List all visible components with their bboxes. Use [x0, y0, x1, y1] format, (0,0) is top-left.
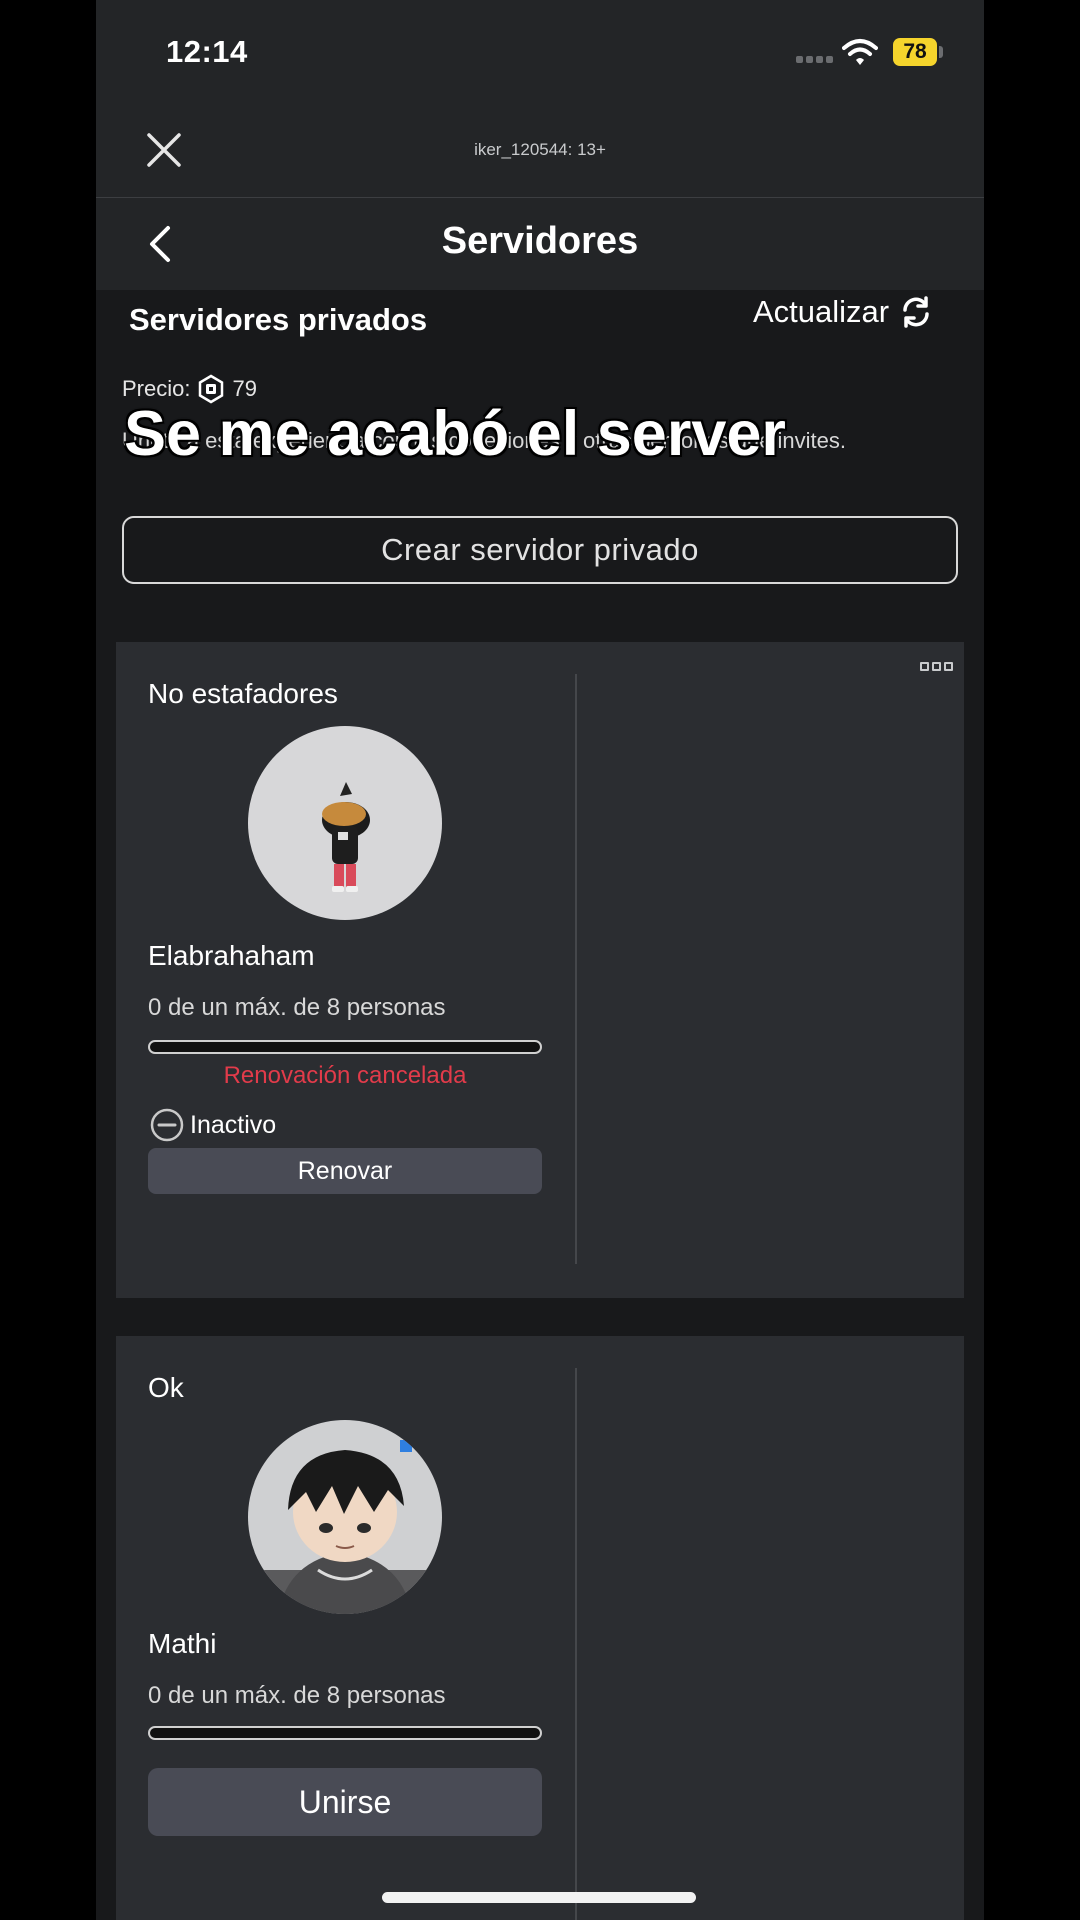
more-options-icon[interactable]: [920, 662, 953, 671]
refresh-label: Actualizar: [753, 294, 890, 329]
server-capacity: 0 de un máx. de 8 personas: [148, 994, 446, 1021]
server-capacity: 0 de un máx. de 8 personas: [148, 1682, 446, 1709]
home-indicator[interactable]: [382, 1892, 696, 1903]
server-name: Ok: [148, 1372, 184, 1403]
server-card: Ok Mathi 0 de un máx. de 8 personas Unir…: [116, 1336, 964, 1920]
card-divider: [575, 1368, 577, 1920]
server-state-label: Inactivo: [190, 1110, 277, 1139]
renew-button[interactable]: Renovar: [148, 1148, 542, 1194]
avatar-figure-icon: [248, 1440, 442, 1614]
server-state: Inactivo: [150, 1108, 276, 1142]
status-bar: 12:14 78: [96, 0, 984, 100]
battery-icon: 78: [893, 38, 937, 66]
server-card: No estafadores Elabrahaham 0 de un máx. …: [116, 642, 964, 1298]
header-divider: [96, 197, 984, 198]
cellular-signal-icon: [796, 56, 833, 63]
owner-name: Elabrahaham: [148, 940, 315, 971]
app-screen: 12:14 78 iker_120544: 13+ Servidores Ser…: [96, 0, 984, 1920]
card-divider: [575, 674, 577, 1264]
avatar-figure-icon: [322, 782, 370, 892]
server-name: No estafadores: [148, 678, 338, 709]
capacity-progress-bar: [148, 1726, 542, 1740]
owner-avatar[interactable]: [248, 726, 442, 920]
refresh-button[interactable]: Actualizar: [753, 294, 933, 330]
refresh-icon: [903, 296, 929, 328]
section-title: Servidores privados: [129, 302, 428, 337]
capacity-progress-bar: [148, 1040, 542, 1054]
servers-content: Servidores privados Actualizar Precio: 7…: [96, 290, 984, 1920]
wifi-icon: [842, 39, 878, 65]
page-title: Servidores: [441, 220, 639, 262]
battery-tip: [939, 46, 943, 58]
overlay-caption: Se me acabó el server: [124, 399, 786, 469]
status-time: 12:14: [166, 34, 248, 69]
renewal-status: Renovación cancelada: [223, 1062, 467, 1089]
inactive-icon: [150, 1108, 184, 1142]
account-label: iker_120544: 13+: [474, 140, 606, 159]
create-private-server-button[interactable]: Crear servidor privado: [122, 516, 958, 584]
owner-name: Mathi: [148, 1628, 217, 1659]
owner-avatar[interactable]: [248, 1420, 442, 1614]
join-button[interactable]: Unirse: [148, 1768, 542, 1836]
